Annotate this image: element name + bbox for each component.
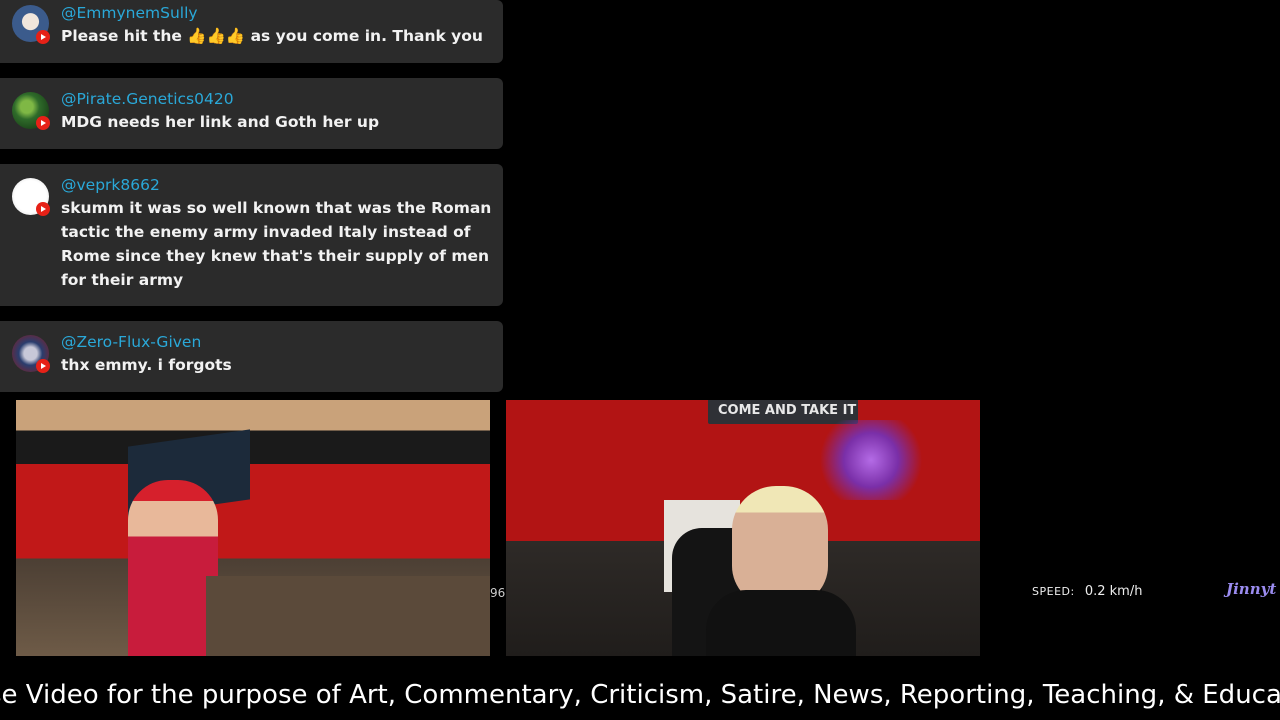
youtube-icon — [36, 202, 50, 216]
camera-feed-streamer: COME AND TAKE IT — [506, 400, 980, 656]
chat-text: thx emmy. i forgots — [61, 356, 232, 374]
chat-text: skumm it was so well known that was the … — [61, 199, 492, 289]
chat-text: MDG needs her link and Goth her up — [61, 113, 380, 131]
speed-readout: SPEED: 0.2 km/h — [1032, 584, 1142, 599]
chat-username[interactable]: @veprk8662 — [61, 176, 160, 194]
partial-number: 96 — [490, 586, 506, 600]
purple-light — [816, 420, 926, 500]
speed-value: 0.2 km/h — [1084, 584, 1143, 599]
flag-banner-text: COME AND TAKE IT — [718, 403, 857, 418]
chat-message: @Pirate.Genetics0420 MDG needs her link … — [0, 78, 503, 149]
youtube-icon — [36, 359, 50, 373]
workbench — [206, 576, 490, 656]
scrolling-ticker: se Video for the purpose of Art, Comment… — [0, 676, 1280, 716]
youtube-icon — [36, 116, 50, 130]
brand-watermark: Jinnyt — [1226, 580, 1277, 598]
chat-message: @veprk8662 skumm it was so well known th… — [0, 164, 503, 306]
speed-label: SPEED: — [1032, 585, 1075, 598]
streamer-shirt — [706, 590, 856, 656]
youtube-icon — [36, 30, 50, 44]
chat-message: @EmmynemSully Please hit the 👍👍👍 as you … — [0, 0, 503, 63]
chat-username[interactable]: @Zero-Flux-Given — [61, 333, 201, 351]
chat-text: Please hit the 👍👍👍 as you come in. Thank… — [61, 27, 483, 45]
ticker-text: se Video for the purpose of Art, Comment… — [0, 680, 1280, 710]
person-figure — [128, 480, 218, 656]
chat-username[interactable]: @Pirate.Genetics0420 — [61, 90, 234, 108]
chat-message: @Zero-Flux-Given thx emmy. i forgots — [0, 321, 503, 392]
chat-username[interactable]: @EmmynemSully — [61, 4, 198, 22]
camera-feed-workshop — [16, 400, 490, 656]
streamer-face — [732, 486, 828, 606]
